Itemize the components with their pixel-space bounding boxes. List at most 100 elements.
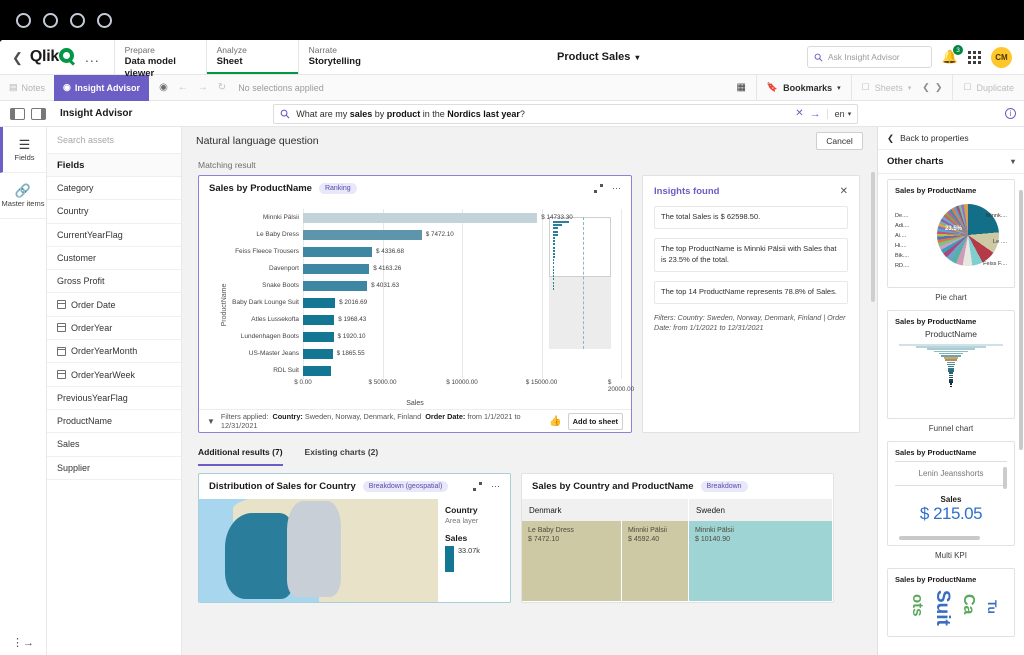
calendar-icon	[57, 347, 66, 356]
minimap-bar	[553, 243, 555, 245]
nav-overflow-button[interactable]: ...	[81, 49, 104, 65]
bookmarks-button[interactable]: 🔖 Bookmarks ▾	[756, 75, 851, 101]
clear-selections-icon[interactable]: ↻	[218, 82, 226, 93]
sidebar-item-master-items[interactable]: 🔗 Master items	[0, 173, 46, 219]
bar[interactable]	[303, 315, 334, 325]
ask-insight-advisor-input[interactable]: Ask Insight Advisor	[807, 46, 932, 68]
nav-section-analyze[interactable]: Analyze Sheet	[206, 40, 298, 74]
selections-tool-icon[interactable]: ◉	[159, 82, 168, 93]
thumbs-up-icon[interactable]: 👍	[549, 416, 561, 427]
geo-chart-card[interactable]: Distribution of Sales for Country Breakd…	[198, 473, 511, 603]
collapse-panel-icon[interactable]: ⋮→	[0, 636, 46, 649]
properties-scrollbar[interactable]	[1019, 190, 1023, 450]
window-dot-4[interactable]	[97, 13, 112, 28]
map-visual[interactable]	[199, 499, 438, 603]
submit-query-icon[interactable]: →	[810, 108, 821, 120]
field-row[interactable]: OrderYear	[47, 317, 181, 340]
field-row[interactable]: Category	[47, 177, 181, 200]
bar-row[interactable]: $ 2016.69	[303, 294, 621, 311]
language-selector[interactable]: en▾	[827, 109, 852, 119]
bar[interactable]	[303, 264, 369, 274]
minimap-bar	[553, 278, 554, 280]
back-to-properties-button[interactable]: ❮ Back to properties	[878, 127, 1024, 150]
notifications-bell-icon[interactable]: 🔔 3	[942, 49, 958, 65]
kpi-vertical-scrollbar[interactable]	[1003, 467, 1007, 489]
clear-query-icon[interactable]: ✕	[795, 108, 803, 119]
sheets-button[interactable]: ☐ Sheets ▾ ❮ ❯	[851, 75, 953, 101]
search-assets-input[interactable]: Search assets	[47, 127, 181, 154]
treemap-title: Sales by Country and ProductName	[532, 481, 694, 492]
nav-section-prepare[interactable]: Prepare Data model viewer	[114, 40, 206, 74]
close-icon[interactable]: ✕	[840, 186, 848, 197]
kpi-horizontal-scrollbar[interactable]	[899, 536, 980, 540]
cancel-button[interactable]: Cancel	[816, 132, 863, 150]
add-to-sheet-button[interactable]: Add to sheet	[568, 413, 623, 430]
expand-icon[interactable]	[473, 482, 482, 491]
thumbnail-funnel-chart[interactable]: Sales by ProductName ProductName	[887, 310, 1015, 419]
field-row[interactable]: Country	[47, 200, 181, 223]
bar[interactable]	[303, 213, 537, 223]
field-row[interactable]: Customer	[47, 247, 181, 270]
canvas-scrollbar[interactable]	[871, 172, 875, 302]
bar-row[interactable]: $ 1920.10	[303, 328, 621, 345]
field-row[interactable]: Supplier	[47, 457, 181, 480]
duplicate-button[interactable]: ☐ Duplicate	[952, 75, 1024, 101]
more-options-icon[interactable]: ⋯	[491, 481, 500, 492]
bar[interactable]	[303, 349, 333, 359]
bar[interactable]	[303, 366, 331, 376]
tab-additional-results[interactable]: Additional results (7)	[198, 447, 283, 466]
bar[interactable]	[303, 281, 367, 291]
tab-existing-charts[interactable]: Existing charts (2)	[305, 447, 379, 466]
sweden-region[interactable]	[287, 501, 341, 597]
field-row[interactable]: Sales	[47, 433, 181, 456]
window-dot-2[interactable]	[43, 13, 58, 28]
more-options-icon[interactable]: ⋯	[612, 183, 621, 194]
treemap-cell[interactable]: Minnki Pälsii $ 4592.40	[622, 521, 689, 601]
nav-section-narrate[interactable]: Narrate Storytelling	[298, 40, 390, 74]
expand-icon[interactable]	[594, 184, 603, 193]
bar-row[interactable]: $ 1865.55	[303, 345, 621, 362]
thumbnail-pie-chart[interactable]: Sales by ProductName 23.5% De.... Adi...…	[887, 179, 1015, 288]
step-back-icon[interactable]: ←	[178, 82, 188, 93]
next-sheet-icon[interactable]: ❯	[935, 82, 943, 93]
field-row[interactable]: Order Date	[47, 293, 181, 316]
field-row[interactable]: OrderYearWeek	[47, 363, 181, 386]
window-dot-1[interactable]	[16, 13, 31, 28]
nlq-search-field[interactable]: What are my sales by product in the Nord…	[273, 104, 858, 124]
bar[interactable]	[303, 247, 372, 257]
treemap-card[interactable]: Sales by Country and ProductName Breakdo…	[521, 473, 834, 603]
field-row[interactable]: Gross Profit	[47, 270, 181, 293]
bar[interactable]	[303, 332, 334, 342]
back-chevron-icon[interactable]: ❮	[12, 51, 23, 64]
toggle-right-panel-icon[interactable]	[31, 108, 46, 120]
step-forward-icon[interactable]: →	[198, 82, 208, 93]
sidebar-item-fields[interactable]: ☰ Fields	[0, 127, 46, 173]
field-row[interactable]: CurrentYearFlag	[47, 224, 181, 247]
thumbnail-word-cloud[interactable]: Sales by ProductName ots Suit Ca Tu	[887, 568, 1015, 637]
document-title-menu[interactable]: Product Sales ▾	[557, 40, 639, 74]
field-row[interactable]: PreviousYearFlag	[47, 387, 181, 410]
main-chart-card[interactable]: Sales by ProductName Ranking ⋯ ProductNa…	[198, 175, 632, 433]
notes-button[interactable]: ▤ Notes	[0, 75, 54, 101]
chevron-down-icon[interactable]: ▾	[1011, 157, 1015, 166]
prev-sheet-icon[interactable]: ❮	[922, 82, 930, 93]
thumbnail-multi-kpi[interactable]: Sales by ProductName Lenin Jeansshorts S…	[887, 441, 1015, 546]
category-label: Baby Dark Lounge Suit	[217, 294, 303, 311]
treemap-cell[interactable]: Minnki Pälsii $ 10140.90	[689, 521, 833, 601]
bar-row[interactable]: $ 1968.43	[303, 311, 621, 328]
field-row[interactable]: OrderYearMonth	[47, 340, 181, 363]
toggle-left-panel-icon[interactable]	[10, 108, 25, 120]
info-icon[interactable]: i	[1005, 108, 1016, 119]
other-charts-header[interactable]: Other charts ▾	[878, 150, 1024, 174]
norway-region[interactable]	[225, 513, 293, 599]
bar[interactable]	[303, 298, 335, 308]
app-launcher-icon[interactable]	[968, 51, 981, 64]
qlik-logo[interactable]: Qlik	[30, 48, 74, 66]
avatar[interactable]: CM	[991, 47, 1012, 68]
window-dot-3[interactable]	[70, 13, 85, 28]
field-row[interactable]: ProductName	[47, 410, 181, 433]
bar-row[interactable]	[303, 362, 621, 379]
bar[interactable]	[303, 230, 422, 240]
sheet-grid-icon[interactable]: ▦	[726, 82, 755, 93]
treemap-cell[interactable]: Le Baby Dress $ 7472.10	[522, 521, 622, 601]
